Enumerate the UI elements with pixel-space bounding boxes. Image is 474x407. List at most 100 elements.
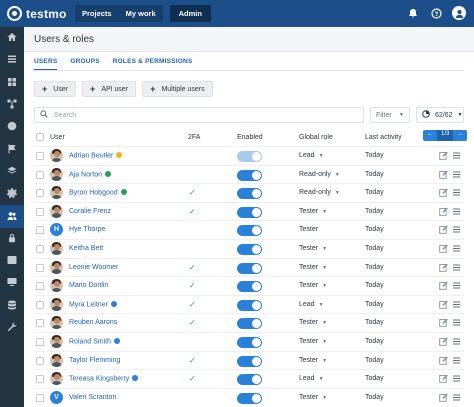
table-row[interactable]: V Valeri Scranton Tester ▼ Today xyxy=(34,387,464,407)
user-name-link[interactable]: Roland Smith xyxy=(69,337,121,345)
sidebar-item-settings[interactable] xyxy=(0,183,24,205)
columns-picker[interactable]: 62/62 ▼ xyxy=(416,107,464,123)
role-dropdown[interactable]: Tester ▼ xyxy=(299,394,327,401)
enabled-toggle[interactable] xyxy=(237,188,262,200)
add-user-button[interactable]: + User xyxy=(34,81,77,97)
menu-icon[interactable] xyxy=(452,300,461,309)
edit-icon[interactable] xyxy=(439,170,448,179)
sidebar-item-home[interactable] xyxy=(0,27,24,49)
menu-icon[interactable] xyxy=(452,263,461,272)
enabled-toggle[interactable] xyxy=(237,225,262,237)
role-dropdown[interactable]: Tester xyxy=(299,226,318,233)
enabled-toggle[interactable] xyxy=(237,169,262,181)
enabled-toggle[interactable] xyxy=(237,206,262,218)
edit-icon[interactable] xyxy=(439,244,448,253)
edit-icon[interactable] xyxy=(439,337,448,346)
sidebar-item-flag[interactable] xyxy=(0,138,24,160)
col-enabled[interactable]: Enabled xyxy=(237,134,263,141)
edit-icon[interactable] xyxy=(439,374,448,383)
select-all-checkbox[interactable] xyxy=(36,133,44,141)
table-row[interactable]: Aja Norton Read-only ▼ Today xyxy=(34,164,464,184)
table-row[interactable]: Tereasa Kingsberry ✓ Lead ▼ Today xyxy=(34,369,464,388)
enabled-toggle[interactable] xyxy=(237,318,262,330)
menu-icon[interactable] xyxy=(452,393,461,402)
menu-icon[interactable] xyxy=(452,244,461,253)
table-row[interactable]: Adrian Beutler Lead ▼ Today xyxy=(34,146,464,165)
user-avatar-icon[interactable] xyxy=(452,6,466,20)
table-row[interactable]: Reuben Aarons ✓ Tester ▼ Today xyxy=(34,313,464,332)
nav-my-work[interactable]: My work xyxy=(119,5,163,22)
bell-icon[interactable] xyxy=(406,6,420,20)
role-dropdown[interactable]: Tester ▼ xyxy=(299,245,327,252)
table-row[interactable]: Leonie Woomer ✓ Tester ▼ Today xyxy=(34,257,464,277)
role-dropdown[interactable]: Tester ▼ xyxy=(299,208,327,215)
filter-dropdown[interactable]: Filter ▼ xyxy=(370,107,410,123)
table-row[interactable]: Coralie Frenz ✓ Tester ▼ Today xyxy=(34,201,464,221)
edit-icon[interactable] xyxy=(439,188,448,197)
enabled-toggle[interactable] xyxy=(237,281,262,293)
next-page-button[interactable]: → xyxy=(453,130,467,141)
row-checkbox[interactable] xyxy=(36,300,44,309)
table-row[interactable]: Byron Hobgood ✓ Read-only ▼ Today xyxy=(34,183,464,202)
row-checkbox[interactable] xyxy=(36,170,44,179)
nav-projects[interactable]: Projects xyxy=(75,5,119,22)
enabled-toggle[interactable] xyxy=(237,374,262,386)
sidebar-item-workflow[interactable] xyxy=(0,94,24,116)
page-indicator[interactable]: 1/3 xyxy=(437,130,454,141)
sidebar-item-database[interactable] xyxy=(0,295,24,317)
role-dropdown[interactable]: Read-only ▼ xyxy=(299,189,340,196)
menu-icon[interactable] xyxy=(452,374,461,383)
sidebar-item-grid[interactable] xyxy=(0,72,24,94)
menu-icon[interactable] xyxy=(452,337,461,346)
enabled-toggle[interactable] xyxy=(237,299,262,311)
user-name-link[interactable]: Adrian Beutler xyxy=(69,152,123,160)
user-name-link[interactable]: Hye Thorpe xyxy=(69,226,105,233)
add-api-user-button[interactable]: + API user xyxy=(82,81,137,97)
role-dropdown[interactable]: Tester ▼ xyxy=(299,319,327,326)
enabled-toggle[interactable] xyxy=(237,355,262,367)
col-2fa[interactable]: 2FA xyxy=(188,134,200,141)
col-last-activity[interactable]: Last activity xyxy=(365,134,402,141)
sidebar-item-layers[interactable] xyxy=(0,161,24,183)
user-name-link[interactable]: Valeri Scranton xyxy=(69,394,116,401)
menu-icon[interactable] xyxy=(452,318,461,327)
menu-icon[interactable] xyxy=(452,188,461,197)
row-checkbox[interactable] xyxy=(36,189,44,198)
menu-icon[interactable] xyxy=(452,225,461,234)
enabled-toggle[interactable] xyxy=(237,262,262,274)
table-row[interactable]: H Hye Thorpe Tester Today xyxy=(34,220,464,239)
table-row[interactable]: Keitha Bett Tester ▼ Today xyxy=(34,238,464,258)
edit-icon[interactable] xyxy=(439,356,448,365)
sidebar-item-monitor[interactable] xyxy=(0,272,24,294)
role-dropdown[interactable]: Read-only ▼ xyxy=(299,171,340,178)
row-checkbox[interactable] xyxy=(36,263,44,272)
user-name-link[interactable]: Aja Norton xyxy=(69,170,112,178)
role-dropdown[interactable]: Lead ▼ xyxy=(299,375,324,382)
row-checkbox[interactable] xyxy=(36,356,44,365)
sidebar-item-checkbox[interactable] xyxy=(0,116,24,138)
user-name-link[interactable]: Reuben Aarons xyxy=(69,319,117,326)
col-global-role[interactable]: Global role xyxy=(299,134,333,141)
menu-icon[interactable] xyxy=(452,170,461,179)
edit-icon[interactable] xyxy=(439,281,448,290)
sidebar-item-wrench[interactable] xyxy=(0,317,24,339)
sidebar-item-list[interactable] xyxy=(0,49,24,71)
role-dropdown[interactable]: Tester ▼ xyxy=(299,338,327,345)
user-name-link[interactable]: Keitha Bett xyxy=(69,245,103,252)
row-checkbox[interactable] xyxy=(36,152,44,160)
enabled-toggle[interactable] xyxy=(237,243,262,255)
table-row[interactable]: Roland Smith Tester ▼ Today xyxy=(34,331,464,351)
sidebar-item-window[interactable] xyxy=(0,250,24,272)
enabled-toggle[interactable] xyxy=(237,151,262,162)
user-name-link[interactable]: Tereasa Kingsberry xyxy=(69,375,139,383)
edit-icon[interactable] xyxy=(439,151,448,160)
role-dropdown[interactable]: Tester ▼ xyxy=(299,282,327,289)
edit-icon[interactable] xyxy=(439,225,448,235)
row-checkbox[interactable] xyxy=(36,226,44,235)
enabled-toggle[interactable] xyxy=(237,336,262,348)
nav-admin[interactable]: Admin xyxy=(169,5,211,22)
user-name-link[interactable]: Myra Leitner xyxy=(69,300,117,308)
row-checkbox[interactable] xyxy=(36,282,44,291)
user-name-link[interactable]: Leonie Woomer xyxy=(69,264,118,271)
menu-icon[interactable] xyxy=(452,356,461,365)
